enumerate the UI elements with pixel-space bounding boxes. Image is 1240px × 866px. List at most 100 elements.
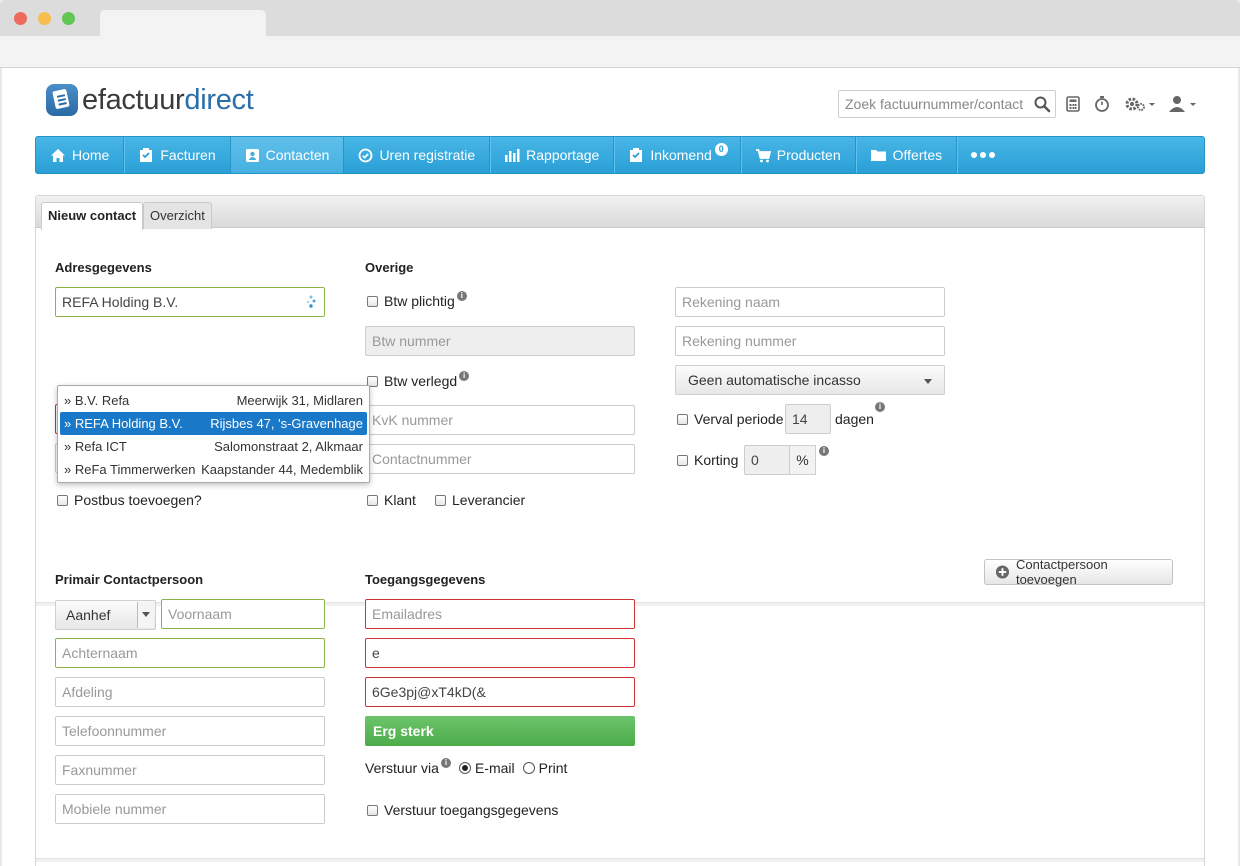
customer-box[interactable] [367, 494, 378, 506]
settings-gear-icon[interactable] [1124, 94, 1158, 114]
kvk-number-input[interactable] [365, 405, 635, 435]
nav-more-icon[interactable] [957, 137, 1009, 173]
browser-tab[interactable] [100, 10, 266, 36]
info-icon[interactable]: i [819, 446, 829, 456]
tab-nieuw-contact[interactable]: Nieuw contact [41, 202, 144, 230]
department-input[interactable] [55, 677, 325, 707]
first-name-input[interactable] [161, 599, 325, 629]
suggestion-item-selected[interactable]: » REFA Holding B.V. Rijsbes 47, 's-Graven… [60, 412, 367, 435]
due-period-checkbox[interactable]: Verval periode [677, 411, 784, 427]
discount-input[interactable] [744, 445, 790, 475]
calculator-icon[interactable] [1066, 94, 1080, 114]
suggestion-item[interactable]: » Refa ICT Salomonstraat 2, Alkmaar [60, 435, 367, 458]
send-access-checkbox[interactable]: Verstuur toegangsgegevens [367, 802, 558, 818]
chevron-down-icon [137, 602, 154, 628]
vat-liable-box[interactable] [367, 295, 378, 307]
percent-addon: % [790, 445, 816, 475]
discount-checkbox[interactable]: Korting [677, 452, 738, 468]
supplier-checkbox[interactable]: Leverancier [435, 492, 525, 508]
suggestion-name: » B.V. Refa [64, 393, 130, 408]
search-box [838, 90, 1056, 118]
send-access-box[interactable] [367, 804, 378, 816]
tab-overzicht[interactable]: Overzicht [143, 202, 212, 229]
search-icon[interactable] [1033, 95, 1051, 113]
supplier-box[interactable] [435, 494, 446, 506]
section-divider-bottom [36, 858, 1204, 862]
logo-prefix: efactuur [82, 83, 185, 116]
search-input[interactable] [839, 91, 1029, 117]
close-window-button[interactable] [14, 12, 27, 25]
radio-email[interactable] [458, 762, 471, 774]
main-navbar: Home Facturen Contacten Uren registratie… [35, 136, 1205, 174]
salutation-select[interactable]: Aanhef [55, 600, 156, 630]
phone-input[interactable] [55, 716, 325, 746]
add-contact-person-button[interactable]: Contactpersoon toevoegen [984, 557, 1173, 587]
suggestion-item[interactable]: » ReFa Timmerwerken Kaapstander 44, Medem… [60, 458, 367, 481]
info-icon[interactable]: i [456, 291, 467, 301]
email-input[interactable] [365, 599, 635, 629]
suggestion-item[interactable]: » B.V. Refa Meerwijk 31, Midlaren [60, 389, 367, 412]
vat-number-input[interactable] [365, 326, 635, 356]
app-page: efactuurdirect Home Facturen Contacten [2, 68, 1238, 866]
nav-contacten-label: Contacten [265, 147, 330, 163]
plus-circle-icon [995, 565, 1010, 579]
logo[interactable]: efactuurdirect [46, 80, 254, 120]
nav-home[interactable]: Home [36, 137, 125, 173]
logo-mark-icon [46, 84, 78, 116]
address-section-title: Adresgegevens [55, 260, 152, 275]
company-name-input[interactable] [55, 287, 325, 317]
username-input[interactable] [365, 638, 635, 668]
nav-uren-registratie[interactable]: Uren registratie [344, 137, 491, 173]
nav-inkomend[interactable]: Inkomend 0 [614, 137, 741, 173]
info-icon[interactable]: i [459, 371, 470, 381]
info-icon[interactable]: i [875, 402, 885, 412]
due-period-box[interactable] [677, 413, 688, 425]
vat-shifted-label: Btw verlegd [384, 373, 458, 389]
pobox-box[interactable] [57, 494, 68, 506]
primary-contact-title: Primair Contactpersoon [55, 572, 204, 587]
chevron-down-icon [924, 379, 932, 384]
nav-producten[interactable]: Producten [741, 137, 856, 173]
radio-email-label: E-mail [474, 760, 515, 776]
last-name-input[interactable] [55, 638, 325, 668]
customer-label: Klant [384, 492, 416, 508]
pobox-checkbox[interactable]: Postbus toevoegen? [57, 492, 202, 508]
suggestion-address: Rijsbes 47, 's-Gravenhage [210, 416, 363, 431]
nav-contacten[interactable]: Contacten [230, 137, 345, 173]
collection-select-value: Geen automatische incasso [688, 372, 861, 388]
access-section-title: Toegangsgegevens [365, 572, 486, 587]
nav-rapportage[interactable]: Rapportage [490, 137, 615, 173]
maximize-window-button[interactable] [62, 12, 75, 25]
autocomplete-spinner-icon [306, 295, 316, 308]
other-section-title: Overige [365, 260, 414, 275]
user-menu-icon[interactable] [1168, 94, 1200, 114]
nav-facturen[interactable]: Facturen [124, 137, 231, 173]
account-number-input[interactable] [675, 326, 945, 356]
logo-suffix: direct [184, 83, 254, 116]
add-contact-person-label: Contactpersoon toevoegen [1015, 557, 1108, 587]
radio-print[interactable] [522, 762, 535, 774]
password-input[interactable] [365, 677, 635, 707]
browser-address-strip [0, 36, 1240, 68]
inkomend-count-badge: 0 [714, 143, 728, 156]
customer-checkbox[interactable]: Klant [367, 492, 416, 508]
nav-rapportage-label: Rapportage [526, 147, 600, 163]
mobile-input[interactable] [55, 794, 325, 824]
password-strength-bar: Erg sterk [365, 716, 635, 746]
vat-shifted-checkbox[interactable]: Btw verlegd i [367, 371, 470, 389]
invoice-icon [140, 148, 153, 162]
info-icon[interactable]: i [440, 758, 451, 768]
minimize-window-button[interactable] [38, 12, 51, 25]
stopwatch-icon[interactable] [1094, 94, 1110, 114]
nav-offertes[interactable]: Offertes [856, 137, 958, 173]
account-name-input[interactable] [675, 287, 945, 317]
due-days-input[interactable] [785, 404, 831, 434]
logo-text: efactuurdirect [82, 84, 254, 117]
contact-number-input[interactable] [365, 444, 635, 474]
vat-liable-label: Btw plichtig [384, 293, 455, 309]
fax-input[interactable] [55, 755, 325, 785]
nav-producten-label: Producten [776, 147, 841, 163]
vat-liable-checkbox[interactable]: Btw plichtig i [367, 291, 467, 309]
collection-select[interactable]: Geen automatische incasso [675, 365, 945, 395]
discount-box[interactable] [677, 454, 688, 466]
